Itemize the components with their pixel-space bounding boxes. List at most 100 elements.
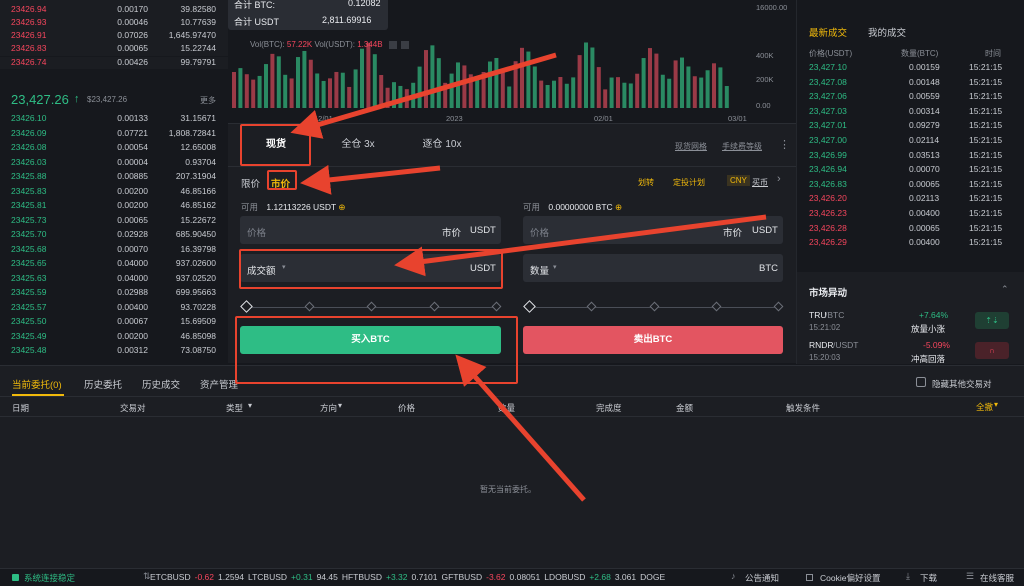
bid-total: 16.39798 xyxy=(180,243,216,254)
orders-column-header: 价格 xyxy=(398,403,416,413)
slider-step-icon[interactable] xyxy=(523,300,536,313)
plus-circle-icon[interactable]: ⊕ xyxy=(338,202,345,212)
bid-row[interactable]: 23425.48 0.00312 73.08750 xyxy=(0,345,228,358)
close-icon[interactable] xyxy=(401,40,410,49)
support-link[interactable]: 在线客服 xyxy=(980,572,1014,584)
divider xyxy=(228,166,796,167)
tab-latest-trades[interactable]: 最新成交 xyxy=(809,25,847,39)
bid-row[interactable]: 23425.70 0.02928 685.90450 xyxy=(0,229,228,242)
slider-step-icon[interactable] xyxy=(429,301,439,312)
annotation-box-buy-button xyxy=(235,316,518,384)
slider-step-icon[interactable] xyxy=(240,300,253,313)
sell-button[interactable]: 卖出BTC xyxy=(523,326,783,354)
bid-row[interactable]: 23426.09 0.07721 1,808.72841 xyxy=(0,128,228,141)
ask-row[interactable]: 23426.74 0.00426 99.79791 xyxy=(0,56,228,70)
slider-step-icon[interactable] xyxy=(711,301,722,312)
caret-down-icon: ▾ xyxy=(553,264,557,271)
volume-bar xyxy=(398,85,403,108)
bid-row[interactable]: 23425.83 0.00200 46.85166 xyxy=(0,186,228,199)
slider-step-icon[interactable] xyxy=(586,301,597,312)
slider-step-icon[interactable] xyxy=(304,301,314,312)
sell-available-label: 可用 xyxy=(523,202,541,212)
bid-amount: 0.00200 xyxy=(117,185,148,196)
order-type-limit[interactable]: 限价 xyxy=(241,176,260,190)
slider-step-icon[interactable] xyxy=(773,301,784,312)
tab-trade-history[interactable]: 历史成交 xyxy=(142,377,180,391)
market-item[interactable]: TRU /BTC 15:21:02 +7.64% 放量小涨 ⇡⇣ xyxy=(797,308,1024,336)
trade-amount: 0.00159 xyxy=(909,62,940,72)
ask-row[interactable]: 23426.93 0.00046 10.77639 xyxy=(0,17,228,31)
bid-row[interactable]: 23426.03 0.00004 0.93704 xyxy=(0,157,228,170)
bid-row[interactable]: 23425.81 0.00200 46.85162 xyxy=(0,200,228,213)
trade-time: 15:21:15 xyxy=(969,193,1003,204)
bid-row[interactable]: 23425.65 0.04000 937.02600 xyxy=(0,258,228,271)
plus-circle-icon[interactable]: ⊕ xyxy=(615,202,622,212)
ticker-symbol[interactable]: HFTBUSD xyxy=(342,572,382,582)
dca-plan-link[interactable]: 定投计划 xyxy=(673,177,705,188)
bid-row[interactable]: 23425.88 0.00885 207.31904 xyxy=(0,171,228,184)
volume-bar xyxy=(379,75,384,108)
tab-cross-margin[interactable]: 全仓 3x xyxy=(326,124,390,166)
fee-level-link[interactable]: 手续费等级 xyxy=(722,141,762,152)
tab-isolated-margin[interactable]: 逐仓 10x xyxy=(408,124,476,166)
spot-grid-link[interactable]: 现货网格 xyxy=(675,141,707,152)
sell-price-input[interactable]: 价格 市价 USDT xyxy=(523,216,783,244)
announcement-link[interactable]: 公告通知 xyxy=(745,572,779,584)
slider-step-icon[interactable] xyxy=(366,301,377,312)
trade-amount: 0.00070 xyxy=(909,164,940,175)
transfer-link[interactable]: 划转 xyxy=(638,177,654,188)
slider-step-icon[interactable] xyxy=(649,301,659,312)
y-axis-tick: 0.00 xyxy=(756,101,771,110)
ask-total: 99.79791 xyxy=(180,56,216,67)
market-price-label: 市价 xyxy=(442,228,462,239)
ticker-symbol[interactable]: DOGE xyxy=(640,572,665,582)
trade-time: 15:21:15 xyxy=(969,76,1003,87)
market-item[interactable]: RNDR /USDT 15:20:03 -5.09% 冲高回落 ∩ xyxy=(797,338,1024,366)
ticker-symbol[interactable]: ETCBUSD xyxy=(150,572,191,582)
bid-row[interactable]: 23425.63 0.04000 937.02520 xyxy=(0,273,228,286)
ask-row[interactable]: 23426.94 0.00170 39.82580 xyxy=(0,4,228,17)
bid-row[interactable]: 23426.10 0.00133 31.15671 xyxy=(0,113,228,126)
ticker-symbol[interactable]: LTCBUSD xyxy=(248,572,287,582)
bid-row[interactable]: 23425.49 0.00200 46.85098 xyxy=(0,331,228,344)
bid-price: 23426.10 xyxy=(11,113,47,123)
ask-total: 1,003.07872 xyxy=(160,0,216,1)
ticker-symbol[interactable]: GFTBUSD xyxy=(442,572,483,582)
tooltip-value-usdt: 2,811.69916 xyxy=(322,15,372,25)
buy-price-input[interactable]: 价格 市价 USDT xyxy=(240,216,501,244)
bid-price: 23425.59 xyxy=(11,287,47,297)
ticker-symbol[interactable]: LDOBUSD xyxy=(544,572,585,582)
buy-crypto-link[interactable]: 买币 xyxy=(752,177,768,188)
tab-order-history[interactable]: 历史委托 xyxy=(84,377,122,391)
sell-quantity-input[interactable]: 数量 ▾ BTC xyxy=(523,254,783,282)
ask-row[interactable]: 23426.83 0.00065 15.22744 xyxy=(0,43,228,57)
ask-price: 23426.94 xyxy=(11,4,47,15)
bid-row[interactable]: 23425.59 0.02988 699.95663 xyxy=(0,287,228,300)
cancel-all-button[interactable]: 全撤 xyxy=(976,401,993,413)
caret-down-icon[interactable]: ▾ xyxy=(994,400,998,409)
tab-my-trades[interactable]: 我的成交 xyxy=(868,25,906,39)
caret-down-icon[interactable]: ▾ xyxy=(338,401,342,410)
settings-icon[interactable] xyxy=(388,40,397,49)
slider-step-icon[interactable] xyxy=(491,301,502,312)
hide-others-checkbox[interactable] xyxy=(916,377,926,387)
bid-row[interactable]: 23425.50 0.00067 15.69509 xyxy=(0,316,228,329)
bid-row[interactable]: 23425.57 0.00400 93.70228 xyxy=(0,302,228,315)
bid-total: 73.08750 xyxy=(180,345,216,355)
bid-row[interactable]: 23425.73 0.00065 15.22672 xyxy=(0,215,228,228)
tab-asset-management[interactable]: 资产管理 xyxy=(200,377,238,391)
quantity-type-selector[interactable]: 数量 xyxy=(530,263,549,277)
cookie-settings-link[interactable]: Cookie偏好设置 xyxy=(820,572,880,584)
collapse-icon[interactable]: ⌃ xyxy=(1001,284,1009,295)
more-link[interactable]: 更多 xyxy=(200,95,216,106)
ask-row[interactable]: 23426.91 0.07026 1,645.97470 xyxy=(0,30,228,44)
bid-row[interactable]: 23426.08 0.00054 12.65008 xyxy=(0,142,228,155)
bid-total: 699.95663 xyxy=(175,287,216,297)
more-icon[interactable]: ⋮ xyxy=(779,138,790,151)
volume-bar xyxy=(296,57,300,108)
download-link[interactable]: 下载 xyxy=(920,572,937,584)
caret-down-icon[interactable]: ▾ xyxy=(248,401,252,410)
currency-badge[interactable]: CNY xyxy=(727,175,750,186)
bid-row[interactable]: 23425.68 0.00070 16.39798 xyxy=(0,244,228,257)
tab-open-orders[interactable]: 当前委托(0) xyxy=(12,377,62,391)
